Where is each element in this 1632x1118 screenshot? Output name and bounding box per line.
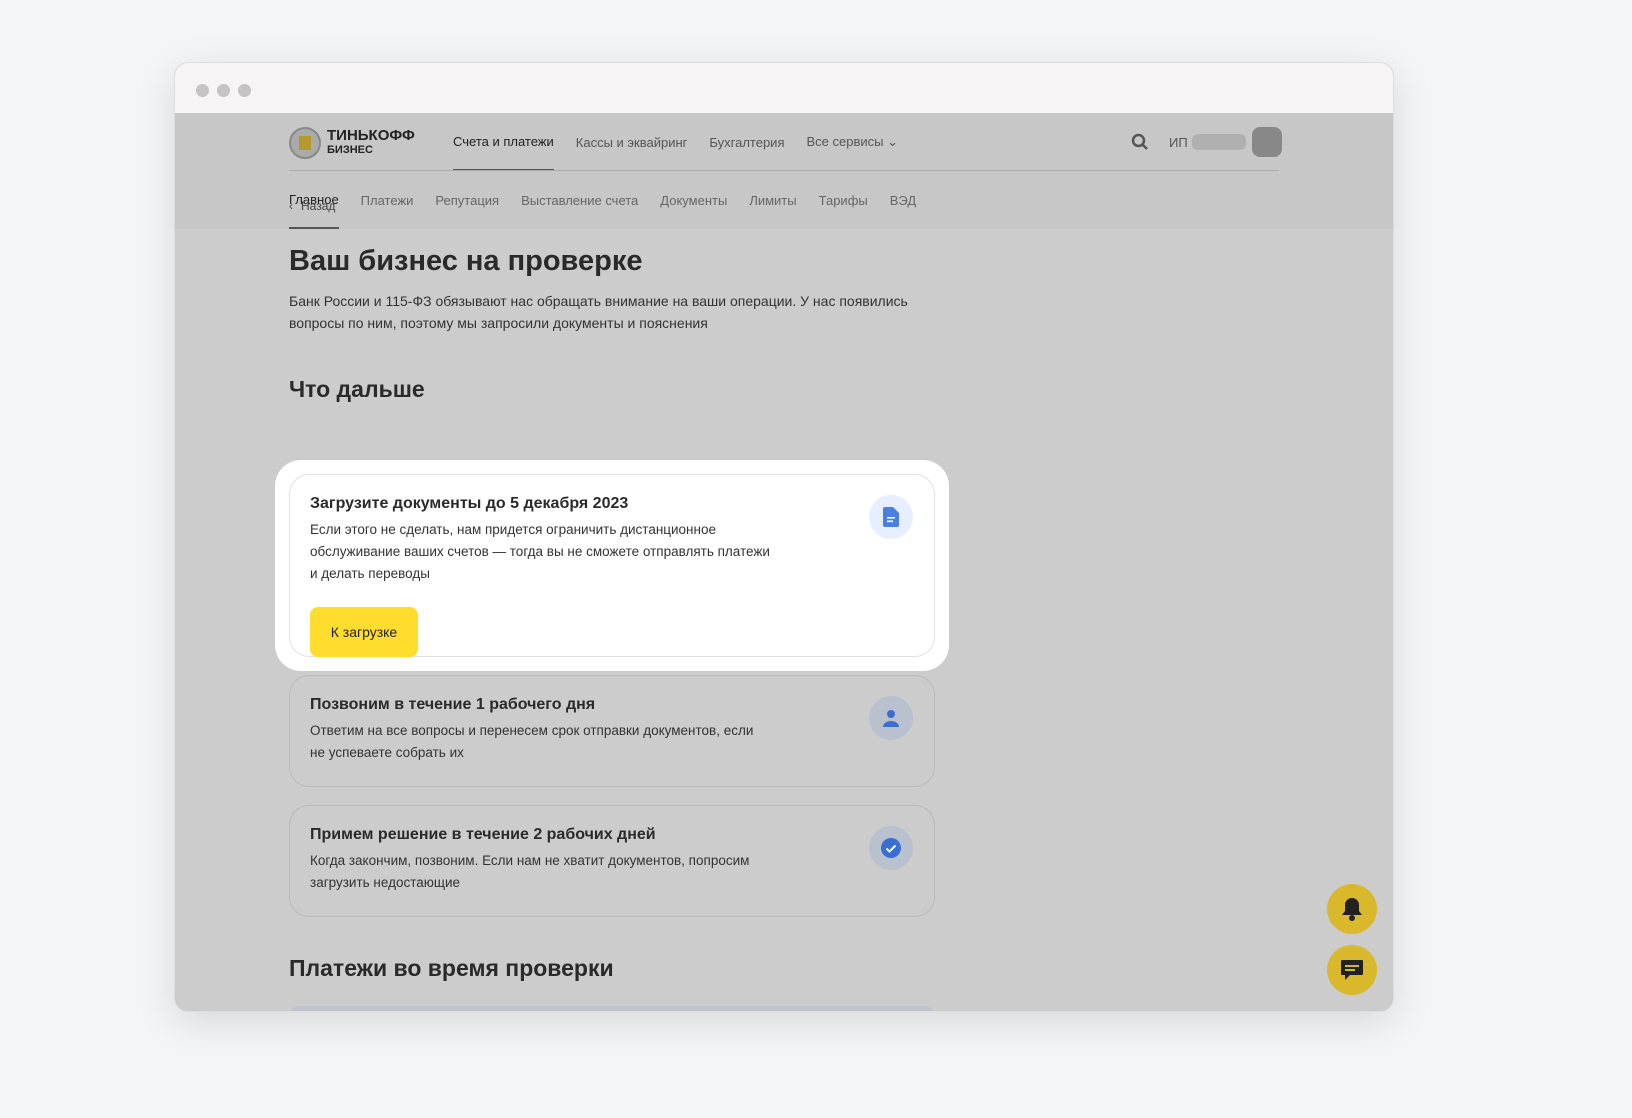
page-lead: Банк России и 115-ФЗ обязывают нас обращ…: [289, 293, 908, 331]
topnav-all-services[interactable]: Все сервисы ⌄: [806, 134, 898, 150]
payments-heading: Платежи во время проверки: [289, 955, 614, 981]
brand-name: ТИНЬКОФФ: [327, 127, 415, 144]
person-icon: [869, 696, 913, 740]
avatar[interactable]: [1252, 127, 1282, 157]
step-title: Позвоним в течение 1 рабочего дня: [310, 696, 596, 713]
step-title: Примем решение в течение 2 рабочих дней: [310, 826, 656, 843]
logo-emblem-icon: [289, 127, 321, 159]
step-card-upload: Загрузите документы до 5 декабря 2023 Ес…: [289, 474, 935, 657]
next-heading: Что дальше: [289, 376, 425, 402]
all-services-label: Все сервисы: [806, 134, 884, 149]
payments-card-top: [289, 1006, 935, 1011]
chevron-down-icon: ⌄: [887, 134, 898, 149]
window-minimize-dot[interactable]: [217, 84, 230, 97]
topnav-accounting[interactable]: Бухгалтерия: [709, 135, 784, 150]
browser-window: ТИНЬКОФФ БИЗНЕС Счета и платежи Кассы и э…: [174, 62, 1394, 1012]
check-icon: [869, 826, 913, 870]
step-text: Ответим на все вопросы и перенесем срок …: [310, 723, 754, 760]
page-title: Ваш бизнес на проверке: [289, 245, 643, 277]
highlight-step: Загрузите документы до 5 декабря 2023 Ес…: [275, 460, 949, 671]
window-maximize-dot[interactable]: [238, 84, 251, 97]
title-bar: [175, 63, 1393, 113]
brand-sub: БИЗНЕС: [327, 144, 373, 156]
upload-button[interactable]: К загрузке: [310, 607, 418, 657]
user-account[interactable]: ИП: [1169, 134, 1246, 150]
main-content: ‹ Назад Ваш бизнес на проверке Банк Росси…: [289, 179, 949, 403]
step-card-call: Позвоним в течение 1 рабочего дня Ответи…: [289, 675, 935, 787]
topnav-kassy[interactable]: Кассы и эквайринг: [576, 135, 688, 150]
step-text: Если этого не сделать, нам придется огра…: [310, 522, 770, 581]
window-close-dot[interactable]: [196, 84, 209, 97]
chat-button[interactable]: [1327, 945, 1377, 995]
notifications-button[interactable]: [1327, 884, 1377, 934]
user-prefix: ИП: [1169, 134, 1188, 150]
document-icon: [869, 495, 913, 539]
step-title: Загрузите документы до 5 декабря 2023: [310, 495, 629, 512]
step-card-decision: Примем решение в течение 2 рабочих дней …: [289, 805, 935, 917]
chevron-left-icon: ‹: [289, 199, 293, 213]
back-link[interactable]: ‹ Назад: [289, 199, 949, 213]
search-icon[interactable]: [1131, 133, 1149, 151]
bell-icon: [1342, 898, 1362, 921]
logo[interactable]: ТИНЬКОФФ БИЗНЕС: [289, 127, 415, 159]
chat-icon: [1341, 960, 1363, 980]
topnav-accounts[interactable]: Счета и платежи: [453, 113, 554, 171]
top-nav: Счета и платежи Кассы и эквайринг Бухгал…: [453, 113, 898, 171]
steps-list: Позвоним в течение 1 рабочего дня Ответи…: [289, 675, 935, 982]
blurred-user-name: [1191, 134, 1246, 150]
step-text: Когда закончим, позвоним. Если нам не хв…: [310, 853, 750, 890]
back-label: Назад: [301, 199, 336, 213]
